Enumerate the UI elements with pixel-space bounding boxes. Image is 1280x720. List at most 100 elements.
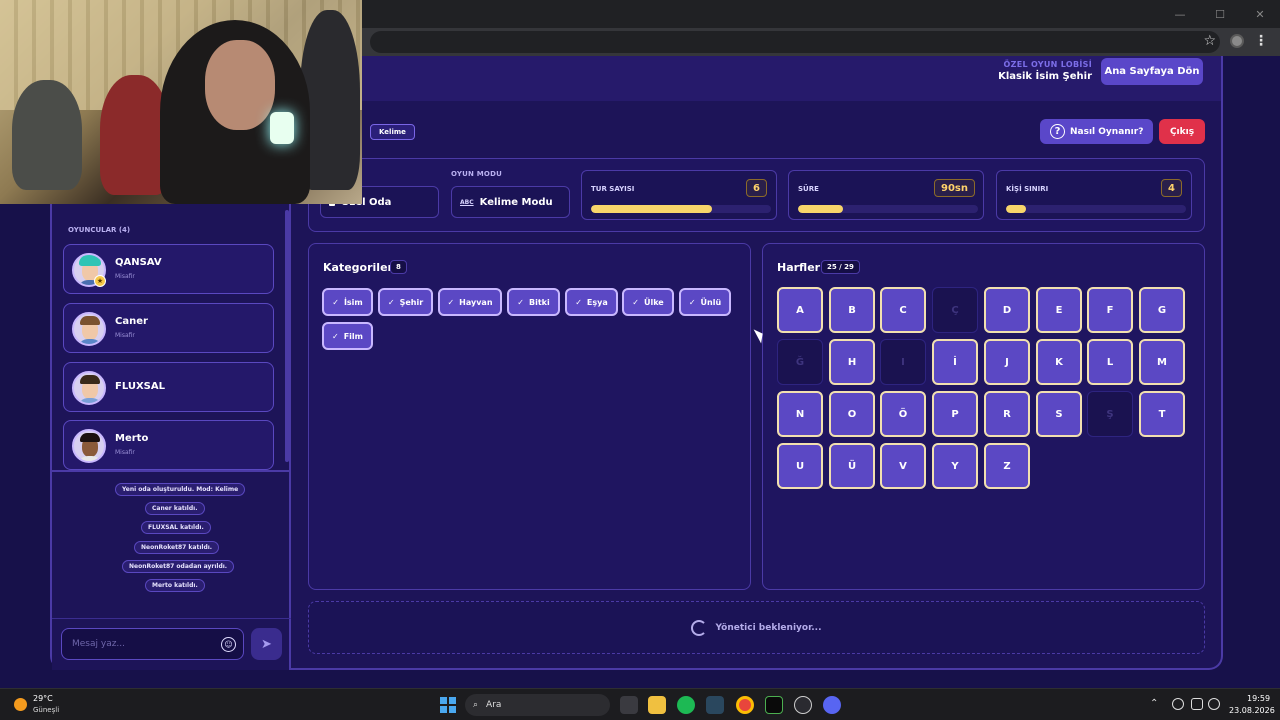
letter-key[interactable]: T: [1139, 391, 1185, 437]
chat-log-item: Yeni oda oluşturuldu. Mod: Kelime: [115, 483, 246, 496]
close-icon[interactable]: ✕: [1240, 0, 1280, 28]
letter-key[interactable]: Ğ: [777, 339, 823, 385]
letter-key[interactable]: G: [1139, 287, 1185, 333]
microphone-icon[interactable]: [1172, 698, 1184, 710]
taskbar-search[interactable]: ⌕ Ara: [465, 694, 610, 716]
letter-key[interactable]: L: [1087, 339, 1133, 385]
category-chip[interactable]: ✓ Film: [322, 322, 373, 350]
letter-key[interactable]: C: [880, 287, 926, 333]
player-card[interactable]: FLUXSAL: [63, 362, 274, 412]
letter-key[interactable]: Y: [932, 443, 978, 489]
abc-icon: ABC: [460, 198, 474, 206]
letter-key[interactable]: U: [777, 443, 823, 489]
letter-key[interactable]: Z: [984, 443, 1030, 489]
task-view-icon[interactable]: [620, 696, 638, 714]
letter-key[interactable]: H: [829, 339, 875, 385]
check-icon: ✓: [387, 297, 395, 307]
sidebar-scrollbar[interactable]: [285, 210, 289, 462]
chrome-icon[interactable]: [736, 696, 754, 714]
chat-log-item: Caner katıldı.: [145, 502, 205, 515]
stat-progress-fill: [1006, 205, 1026, 213]
category-chip[interactable]: ✓ Ünlü: [679, 288, 731, 316]
player-limit-card: KİŞİ SINIRI 4: [996, 170, 1192, 220]
letter-key[interactable]: S: [1036, 391, 1082, 437]
letter-key[interactable]: F: [1087, 287, 1133, 333]
player-card[interactable]: ★ QANSAV Misafir: [63, 244, 274, 294]
letter-key[interactable]: N: [777, 391, 823, 437]
stat-progress-track: [798, 205, 978, 213]
letter-key[interactable]: B: [829, 287, 875, 333]
spotify-icon[interactable]: [677, 696, 695, 714]
how-to-play-button[interactable]: ? Nasıl Oynanır?: [1040, 119, 1153, 144]
letters-count: 25 / 29: [821, 260, 860, 274]
category-chip[interactable]: ✓ Ülke: [622, 288, 674, 316]
player-status: Misafir: [115, 273, 135, 280]
file-explorer-icon[interactable]: [648, 696, 666, 714]
check-icon: ✓: [332, 331, 339, 341]
discord-icon[interactable]: [823, 696, 841, 714]
letter-key[interactable]: K: [1036, 339, 1082, 385]
category-chip[interactable]: ✓ Eşya: [565, 288, 618, 316]
letter-key[interactable]: D: [984, 287, 1030, 333]
chat-log-item: Merto katıldı.: [145, 579, 205, 592]
category-chip[interactable]: ✓ Şehir: [378, 288, 433, 316]
letter-key[interactable]: I: [880, 339, 926, 385]
minimize-icon[interactable]: —: [1160, 0, 1200, 28]
stat-label: KİŞİ SINIRI: [1006, 185, 1049, 193]
stat-value: 6: [746, 179, 767, 197]
stat-label: TUR SAYISI: [591, 185, 635, 193]
category-chip[interactable]: ✓ Hayvan: [438, 288, 502, 316]
bookmark-star-icon[interactable]: ☆: [1203, 33, 1216, 49]
letter-key[interactable]: A: [777, 287, 823, 333]
exit-button[interactable]: Çıkış: [1159, 119, 1205, 144]
profile-avatar-icon[interactable]: [1230, 34, 1244, 48]
display-icon[interactable]: [1191, 698, 1203, 710]
letters-title: Harfler: [777, 261, 821, 274]
clock-time: 19:59: [1247, 694, 1271, 703]
app-icon[interactable]: [794, 696, 812, 714]
letter-key[interactable]: O: [829, 391, 875, 437]
category-chip[interactable]: ✓ Bitki: [507, 288, 560, 316]
chat-log-item: NeonRoket87 katıldı.: [134, 541, 220, 554]
letter-key[interactable]: E: [1036, 287, 1082, 333]
stat-label: SÜRE: [798, 185, 819, 193]
letter-key[interactable]: İ: [932, 339, 978, 385]
browser-menu-icon[interactable]: ⋮: [1254, 33, 1268, 49]
streamer-light: [270, 112, 294, 144]
maximize-icon[interactable]: ☐: [1200, 0, 1240, 28]
tray-chevron-icon[interactable]: ⌃: [1150, 698, 1158, 709]
letter-key[interactable]: Ö: [880, 391, 926, 437]
windows-start-icon[interactable]: [440, 697, 456, 713]
letter-key[interactable]: V: [880, 443, 926, 489]
check-icon: ✓: [447, 297, 455, 307]
stat-value: 4: [1161, 179, 1182, 197]
letter-key[interactable]: P: [932, 391, 978, 437]
letter-key[interactable]: Ç: [932, 287, 978, 333]
letter-key[interactable]: M: [1139, 339, 1185, 385]
check-icon: ✓: [332, 297, 339, 307]
address-bar[interactable]: [370, 31, 1220, 53]
letter-key[interactable]: Ş: [1087, 391, 1133, 437]
lobby-name: Klasik İsim Şehir: [998, 71, 1092, 82]
chat-message-input[interactable]: [61, 628, 244, 660]
clock-date: 23.08.2026: [1229, 706, 1275, 715]
app-icon[interactable]: [765, 696, 783, 714]
letter-key[interactable]: J: [984, 339, 1030, 385]
volume-icon[interactable]: [1208, 698, 1220, 710]
home-button[interactable]: Ana Sayfaya Dön: [1101, 58, 1203, 85]
letter-key[interactable]: Ü: [829, 443, 875, 489]
letter-key[interactable]: R: [984, 391, 1030, 437]
emoji-icon[interactable]: ☺: [221, 637, 236, 652]
avatar: [72, 429, 106, 463]
category-chip[interactable]: ✓ İsim: [322, 288, 373, 316]
send-button[interactable]: ➤: [251, 628, 282, 660]
stat-progress-fill: [591, 205, 712, 213]
player-card[interactable]: Caner Misafir: [63, 303, 274, 353]
weather-temperature: 29°C: [33, 694, 53, 703]
game-mode-value: Kelime Modu: [479, 196, 553, 208]
steam-icon[interactable]: [706, 696, 724, 714]
sun-icon[interactable]: [14, 698, 27, 711]
player-card[interactable]: Merto Misafir: [63, 420, 274, 470]
stat-value: 90sn: [934, 179, 975, 197]
windows-taskbar: 29°C Güneşli ⌕ Ara ⌃ 19:59 23.08.2026: [0, 688, 1280, 720]
